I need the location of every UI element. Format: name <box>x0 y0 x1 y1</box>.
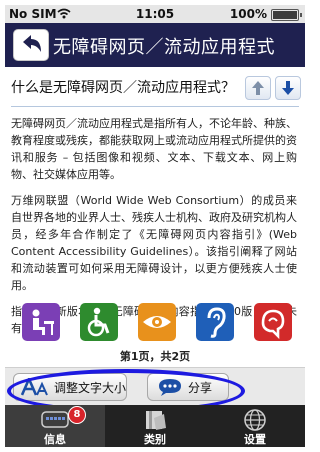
action-bar: 调整文字大小 分享 <box>5 367 305 406</box>
cognitive-icon <box>22 303 60 341</box>
font-size-icon <box>21 378 48 396</box>
tab-messages[interactable]: 8 信息 <box>5 405 105 447</box>
tab-category-label: 类别 <box>144 433 166 446</box>
message-icon <box>41 411 69 428</box>
tab-messages-label: 信息 <box>44 433 66 446</box>
disability-icons <box>22 303 292 341</box>
tab-settings-label: 设置 <box>244 433 266 446</box>
back-button[interactable] <box>13 29 49 61</box>
share-label: 分享 <box>188 381 213 395</box>
question-heading: 什么是无障碍网页／流动应用程式？ <box>11 80 235 96</box>
tab-settings[interactable]: 设置 <box>205 405 305 447</box>
adjust-font-size-label: 调整文字大小 <box>54 381 127 395</box>
battery-fill <box>273 11 297 19</box>
app-screen: No SIM 11:05 100% 无障碍网页／流动应用程式 什么是无障碍网页／… <box>5 5 305 447</box>
speech-bubble-icon <box>159 379 181 396</box>
page-title: 无障碍网页／流动应用程式 <box>53 37 275 58</box>
notification-badge: 8 <box>68 406 86 424</box>
back-arrow-icon <box>23 35 41 52</box>
wheelchair-icon <box>80 303 118 341</box>
previous-button[interactable] <box>245 76 271 100</box>
eye-icon <box>138 303 176 341</box>
battery-icon <box>271 9 302 21</box>
title-bar: 无障碍网页／流动应用程式 <box>5 23 305 67</box>
tab-category[interactable]: 类别 <box>105 405 205 447</box>
paragraph: 无障碍网页／流动应用程式是指所有人，不论年龄、种族、教育程度或残疾，都能获取网上… <box>11 117 297 181</box>
divider <box>11 106 299 107</box>
arrow-down-icon <box>282 81 294 95</box>
arrow-up-icon <box>252 81 264 95</box>
tab-bar: 8 信息 类别 设置 <box>5 405 305 447</box>
ear-icon <box>196 303 234 341</box>
paragraph: 万维网联盟（World Wide Web Consortium）的成员来自世界各… <box>11 194 297 292</box>
page-indicator: 第1页，共2页 <box>119 350 191 363</box>
battery-percent: 100% <box>229 7 267 21</box>
question-row: 什么是无障碍网页／流动应用程式？ <box>5 67 305 107</box>
speech-icon <box>254 303 292 341</box>
share-button[interactable]: 分享 <box>147 373 229 401</box>
adjust-font-size-button[interactable]: 调整文字大小 <box>13 373 127 401</box>
next-button[interactable] <box>275 76 301 100</box>
status-bar: No SIM 11:05 100% <box>5 5 305 23</box>
globe-icon <box>244 409 266 431</box>
category-icon <box>146 411 166 430</box>
